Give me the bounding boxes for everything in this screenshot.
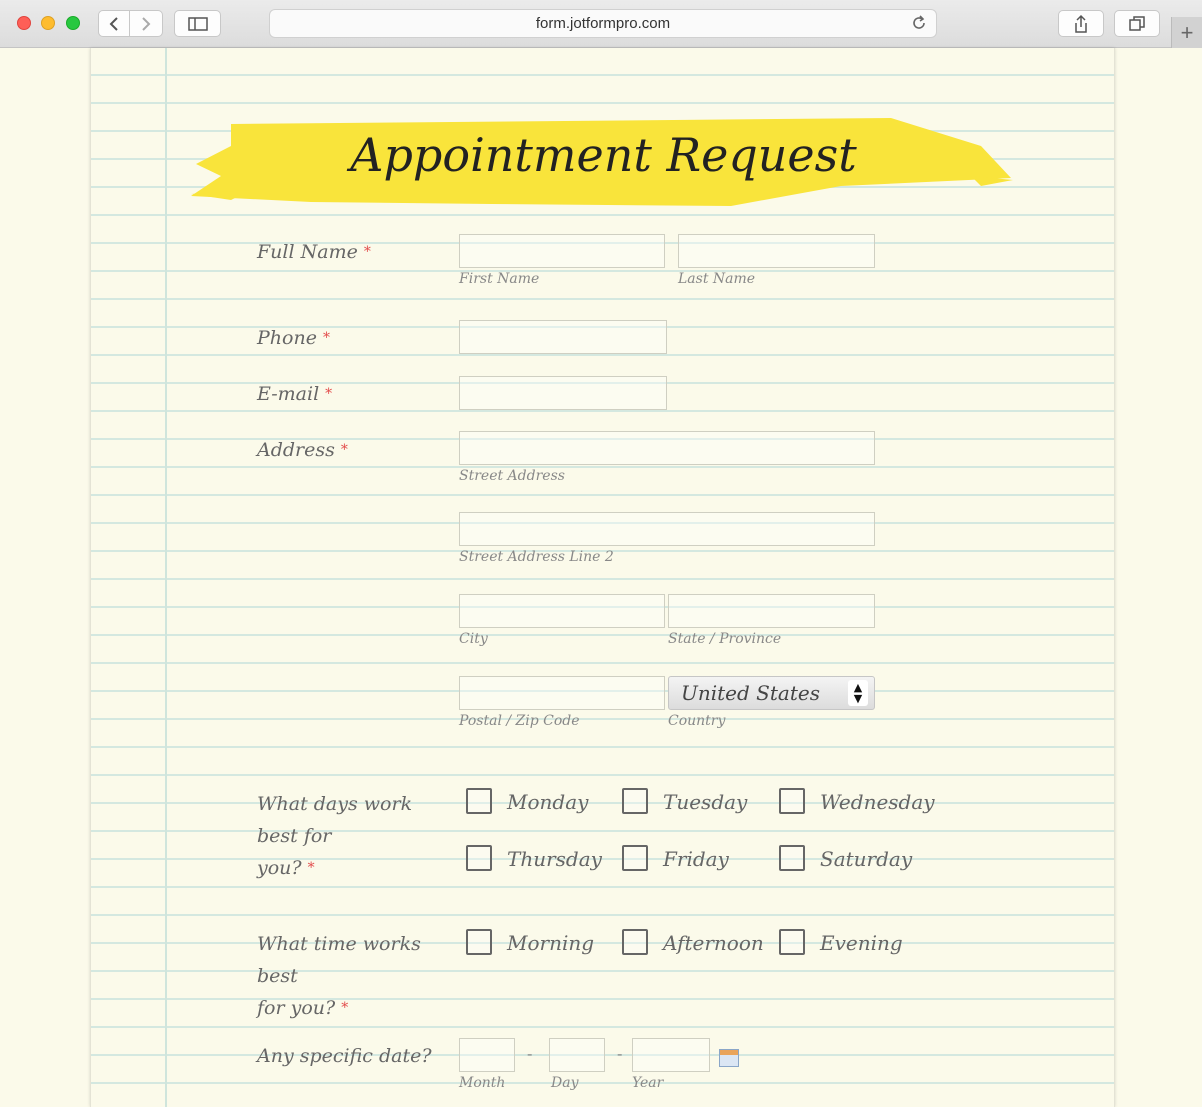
tabs-icon [1129,15,1145,31]
days-question-label: What days work best for you? * [257,793,413,879]
sidebar-toggle-button[interactable] [174,10,221,37]
postal-code-sublabel: Postal / Zip Code [459,713,580,729]
saturday-checkbox[interactable] [779,845,805,871]
day-sublabel: Day [551,1075,579,1091]
back-button[interactable] [98,10,130,37]
date-separator: - [617,1044,623,1063]
form-title: Appointment Request [350,128,857,182]
monday-label: Monday [507,790,589,814]
title-banner: Appointment Request [191,116,1016,211]
specific-date-label: Any specific date? [257,1045,432,1067]
paper-margin-line [165,48,167,1107]
select-arrows-icon: ▲ ▼ [848,680,868,706]
street-address-line2-input[interactable] [459,512,875,546]
first-name-input[interactable] [459,234,665,268]
address-bar[interactable]: form.jotformpro.com [269,9,937,38]
country-select-value: United States [681,681,820,705]
first-name-sublabel: First Name [459,271,540,287]
required-marker: * [325,386,333,402]
address-label: Address * [257,439,348,461]
tuesday-checkbox[interactable] [622,788,648,814]
required-marker: * [341,1000,349,1016]
saturday-label: Saturday [820,847,913,871]
evening-label: Evening [820,931,903,955]
postal-code-input[interactable] [459,676,665,710]
full-name-label: Full Name * [257,241,371,263]
zoom-window-button[interactable] [66,16,80,30]
country-select[interactable]: United States ▲ ▼ [668,676,875,710]
last-name-input[interactable] [678,234,875,268]
state-province-input[interactable] [668,594,875,628]
email-input[interactable] [459,376,667,410]
year-input[interactable] [632,1038,710,1072]
required-marker: * [307,860,315,876]
calendar-icon[interactable] [719,1049,739,1067]
new-tab-button[interactable]: + [1171,17,1202,48]
phone-input[interactable] [459,320,667,354]
required-marker: * [322,330,330,346]
thursday-label: Thursday [507,847,602,871]
close-window-button[interactable] [17,16,31,30]
street-address-sublabel: Street Address [459,468,565,484]
country-sublabel: Country [668,713,726,729]
url-text: form.jotformpro.com [535,15,671,32]
street-address-input[interactable] [459,431,875,465]
morning-checkbox[interactable] [466,929,492,955]
sidebar-icon [187,16,208,31]
friday-label: Friday [663,847,729,871]
month-input[interactable] [459,1038,515,1072]
forward-button[interactable] [129,10,163,37]
required-marker: * [340,442,348,458]
chevron-right-icon [142,16,151,31]
monday-checkbox[interactable] [466,788,492,814]
plus-icon: + [1180,19,1194,45]
thursday-checkbox[interactable] [466,845,492,871]
state-province-sublabel: State / Province [668,631,782,647]
date-separator: - [527,1044,533,1063]
phone-label: Phone * [257,327,330,349]
month-sublabel: Month [459,1075,506,1091]
email-label: E-mail * [257,383,333,405]
afternoon-checkbox[interactable] [622,929,648,955]
year-sublabel: Year [632,1075,664,1091]
street-address-line2-sublabel: Street Address Line 2 [459,549,614,565]
wednesday-checkbox[interactable] [779,788,805,814]
required-marker: * [363,244,371,260]
share-icon [1075,14,1087,33]
city-sublabel: City [459,631,488,647]
wednesday-label: Wednesday [820,790,935,814]
friday-checkbox[interactable] [622,845,648,871]
share-button[interactable] [1058,10,1104,37]
morning-label: Morning [507,931,595,955]
tuesday-label: Tuesday [663,790,748,814]
minimize-window-button[interactable] [41,16,55,30]
day-input[interactable] [549,1038,605,1072]
last-name-sublabel: Last Name [678,271,756,287]
form-paper: Appointment Request Full Name * First Nam… [90,48,1115,1107]
browser-toolbar: form.jotformpro.com + [0,0,1202,48]
chevron-left-icon [109,16,118,31]
reload-icon[interactable] [910,14,928,36]
tabs-overview-button[interactable] [1114,10,1160,37]
time-question-label: What time works best for you? * [257,933,421,1019]
evening-checkbox[interactable] [779,929,805,955]
afternoon-label: Afternoon [663,931,764,955]
city-input[interactable] [459,594,665,628]
